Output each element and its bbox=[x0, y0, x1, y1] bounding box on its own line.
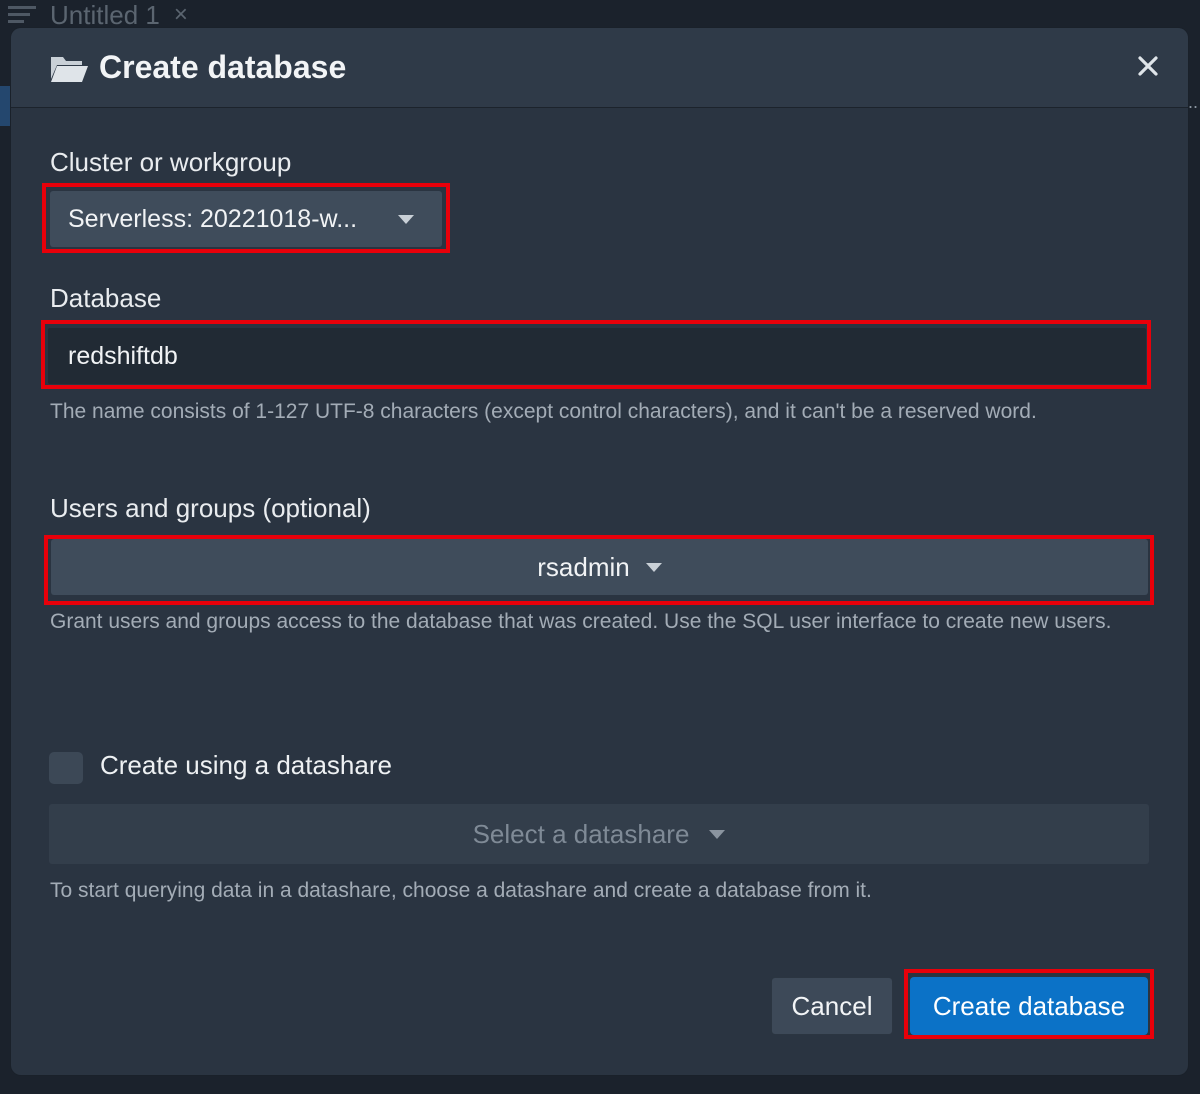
background-tab-close-icon: × bbox=[173, 1, 188, 28]
background-tab: Untitled 1 × bbox=[0, 0, 260, 30]
create-database-button[interactable]: Create database bbox=[910, 977, 1148, 1035]
folder-open-icon bbox=[49, 53, 89, 83]
database-label: Database bbox=[50, 283, 162, 313]
close-icon[interactable] bbox=[1130, 48, 1166, 84]
create-database-dialog: Create database Cluster or workgroup Ser… bbox=[11, 28, 1188, 1075]
database-name-input[interactable] bbox=[48, 328, 1146, 384]
users-selected-value: rsadmin bbox=[537, 551, 630, 582]
chevron-down-icon bbox=[398, 215, 414, 224]
datashare-select[interactable]: Select a datashare bbox=[49, 804, 1149, 864]
users-groups-select[interactable]: rsadmin bbox=[51, 539, 1148, 595]
dialog-header: Create database bbox=[11, 28, 1188, 108]
cluster-selected-value: Serverless: 20221018-w... bbox=[68, 204, 358, 233]
cancel-button[interactable]: Cancel bbox=[771, 977, 893, 1035]
users-hint: Grant users and groups access to the dat… bbox=[50, 610, 1112, 633]
datashare-hint: To start querying data in a datashare, c… bbox=[50, 879, 872, 902]
chevron-down-icon bbox=[645, 562, 662, 572]
users-label: Users and groups (optional) bbox=[50, 493, 371, 523]
dialog-title: Create database bbox=[99, 49, 347, 85]
database-hint: The name consists of 1-127 UTF-8 charact… bbox=[50, 400, 1037, 423]
datashare-checkbox[interactable] bbox=[49, 752, 83, 784]
datashare-placeholder: Select a datashare bbox=[472, 818, 690, 849]
cluster-label: Cluster or workgroup bbox=[50, 147, 292, 177]
cluster-select[interactable]: Serverless: 20221018-w... bbox=[50, 191, 442, 247]
chevron-down-icon bbox=[709, 829, 726, 839]
background-tab-title: Untitled 1 bbox=[50, 0, 160, 30]
menu-lines-icon bbox=[8, 6, 36, 24]
datashare-checkbox-label: Create using a datashare bbox=[100, 750, 392, 780]
